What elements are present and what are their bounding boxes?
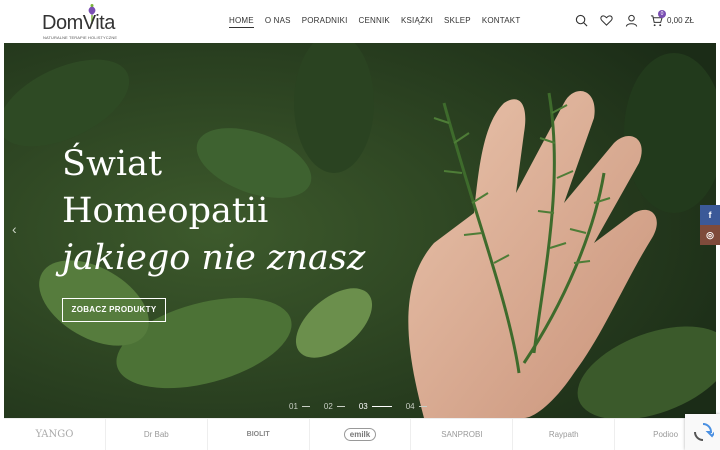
facebook-icon[interactable]: f — [700, 205, 720, 225]
logo-tagline: NATURALNE TERAPIE HOLISTYCZNE — [43, 35, 118, 40]
brand-logo-sanprobi[interactable]: SANPROBI — [411, 419, 514, 450]
header-actions: 0 0,00 ZŁ — [575, 10, 695, 27]
logo[interactable]: DomVita NATURALNE TERAPIE HOLISTYCZNE — [42, 4, 120, 40]
hero-slider: ‹ Świat Homeopatii jakiego nie znasz ZOB… — [4, 43, 716, 418]
recaptcha-badge[interactable] — [685, 414, 720, 450]
hero-heading-line3: jakiego nie znasz — [62, 238, 366, 278]
nav-ksiazki[interactable]: KSIĄŻKI — [401, 16, 433, 28]
slide-dot-3[interactable]: 03 — [359, 402, 392, 411]
hero-heading-line2: Homeopatii — [62, 191, 269, 231]
brand-logo-yango[interactable]: YANGO — [4, 419, 106, 450]
brand-logo-emilk[interactable]: emilk — [310, 419, 412, 450]
recaptcha-icon — [693, 423, 714, 441]
search-icon[interactable] — [575, 14, 588, 27]
slide-dot-2[interactable]: 02 — [324, 402, 345, 411]
prev-slide-arrow[interactable]: ‹ — [12, 221, 17, 237]
site-header: DomVita NATURALNE TERAPIE HOLISTYCZNE HO… — [0, 0, 720, 43]
nav-poradniki[interactable]: PORADNIKI — [302, 16, 348, 28]
brand-logos-bar: YANGO Dr Bab BIOLIT emilk SANPROBI Raypa… — [4, 418, 716, 450]
hero-heading: Świat Homeopatii jakiego nie znasz — [62, 141, 365, 282]
nav-cennik[interactable]: CENNIK — [359, 16, 390, 28]
cart-button[interactable]: 0 0,00 ZŁ — [650, 10, 695, 27]
user-icon[interactable] — [625, 14, 638, 27]
cart-count-badge: 0 — [658, 10, 666, 18]
cart-total: 0,00 ZŁ — [667, 16, 695, 25]
hero-heading-line1: Świat — [62, 144, 163, 184]
nav-sklep[interactable]: SKLEP — [444, 16, 471, 28]
heart-icon[interactable] — [600, 14, 613, 27]
brand-logo-biolit[interactable]: BIOLIT — [208, 419, 310, 450]
social-sidebar: f ◎ — [700, 205, 720, 245]
nav-home[interactable]: HOME — [229, 16, 254, 28]
slider-pagination: 01 02 03 04 — [289, 402, 427, 411]
main-nav: HOME O NAS PORADNIKI CENNIK KSIĄŻKI SKLE… — [229, 16, 520, 28]
brand-logo-raypath[interactable]: Raypath — [513, 419, 616, 450]
nav-o-nas[interactable]: O NAS — [265, 16, 291, 28]
instagram-icon[interactable]: ◎ — [700, 225, 720, 245]
nav-kontakt[interactable]: KONTAKT — [482, 16, 521, 28]
logo-text: DomVita — [42, 12, 115, 34]
slide-dot-1[interactable]: 01 — [289, 402, 310, 411]
slide-dot-4[interactable]: 04 — [406, 402, 427, 411]
brand-logo-drbab[interactable]: Dr Bab — [106, 419, 208, 450]
view-products-button[interactable]: ZOBACZ PRODUKTY — [62, 298, 166, 322]
